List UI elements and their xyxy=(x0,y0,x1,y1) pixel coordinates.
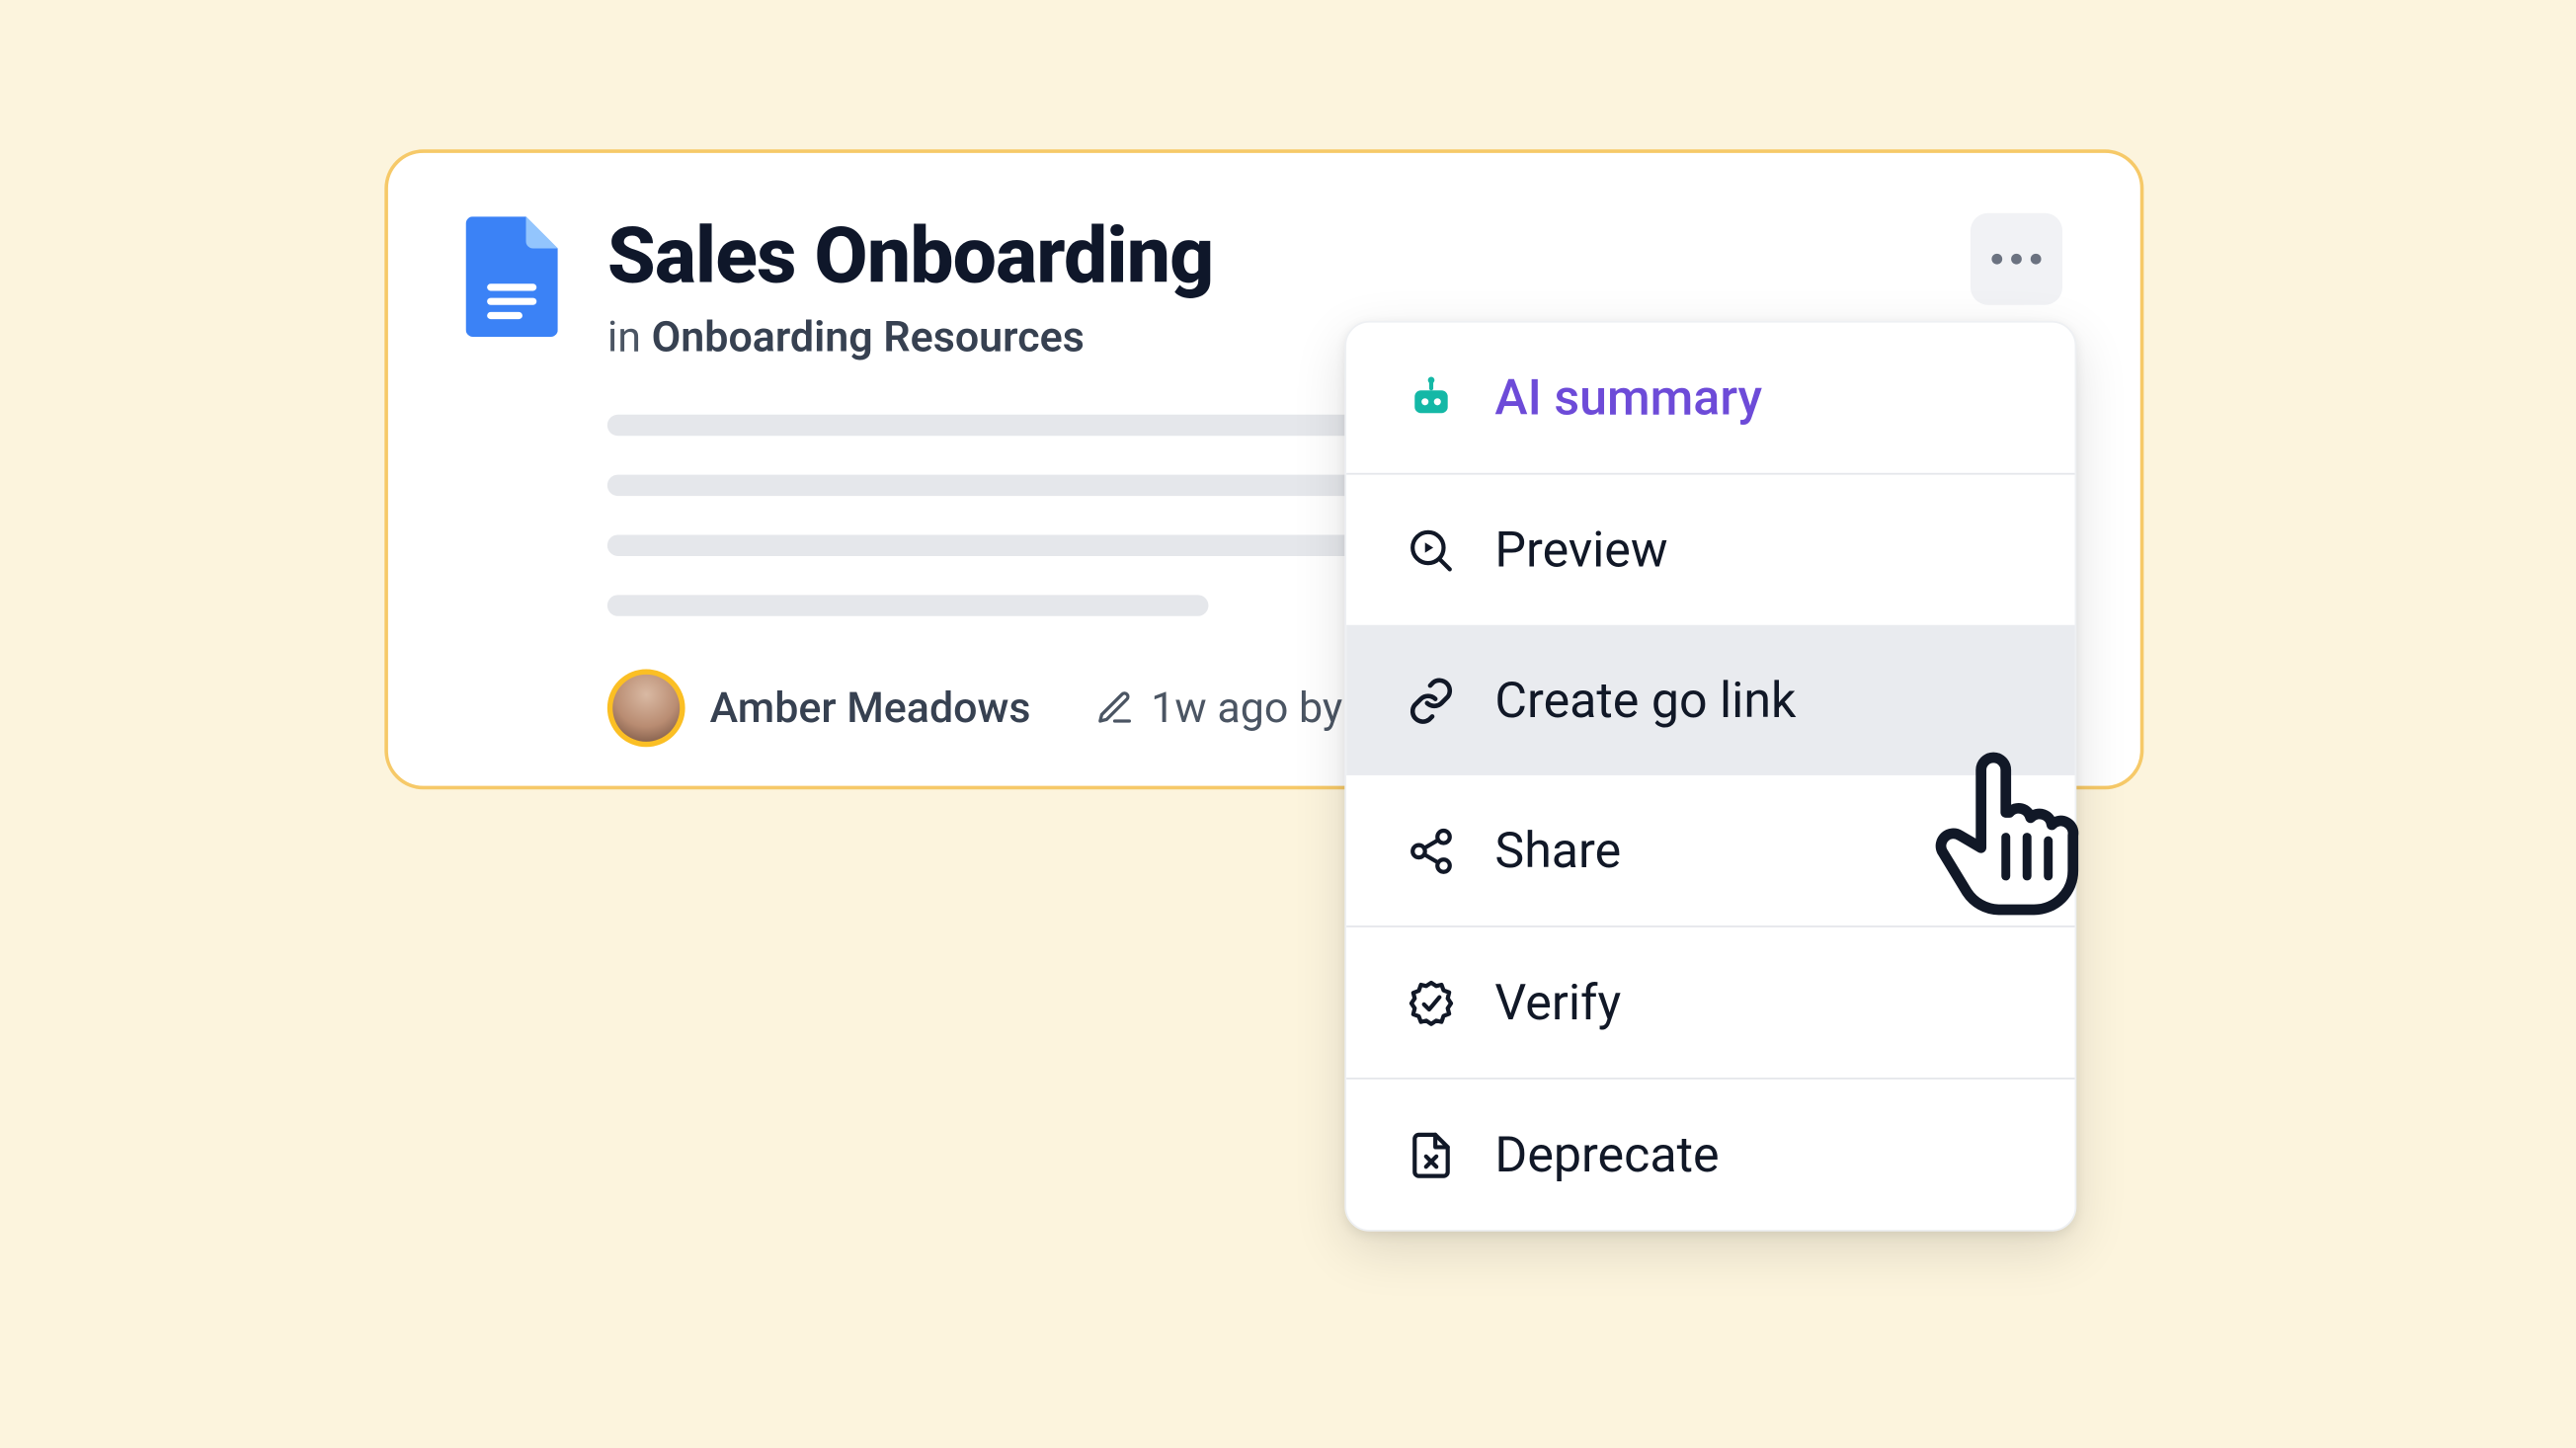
document-title: Sales Onboarding xyxy=(607,213,1921,299)
menu-item-share[interactable]: Share xyxy=(1346,775,2074,925)
menu-item-label: Preview xyxy=(1494,521,2014,579)
menu-item-ai-summary[interactable]: AI summary xyxy=(1346,323,2074,473)
more-actions-button[interactable] xyxy=(1971,213,2062,305)
robot-icon xyxy=(1407,373,1456,423)
menu-item-label: AI summary xyxy=(1494,368,2014,427)
author-name[interactable]: Amber Meadows xyxy=(710,684,1031,734)
menu-item-label: Deprecate xyxy=(1494,1125,2014,1183)
menu-item-deprecate[interactable]: Deprecate xyxy=(1346,1080,2074,1230)
menu-item-create-go-link[interactable]: Create go link xyxy=(1346,625,2074,775)
skeleton-line xyxy=(607,596,1209,616)
author-avatar[interactable] xyxy=(607,670,685,748)
menu-item-label: Verify xyxy=(1494,973,2014,1031)
magnify-play-icon xyxy=(1407,525,1456,575)
share-nodes-icon xyxy=(1407,826,1456,875)
link-icon xyxy=(1407,676,1456,725)
menu-item-label: Create go link xyxy=(1494,671,2014,729)
edited-text: 1w ago by xyxy=(1151,684,1342,734)
file-x-icon xyxy=(1407,1130,1456,1179)
menu-item-label: Share xyxy=(1494,821,2014,879)
location-prefix: in xyxy=(607,313,641,362)
menu-item-verify[interactable]: Verify xyxy=(1346,927,2074,1078)
more-horizontal-icon xyxy=(1991,254,2002,265)
actions-menu: AI summary Preview Create go link xyxy=(1344,321,2076,1232)
location-folder[interactable]: Onboarding Resources xyxy=(652,313,1085,362)
pencil-icon xyxy=(1094,689,1133,728)
menu-item-preview[interactable]: Preview xyxy=(1346,475,2074,625)
google-doc-icon xyxy=(466,216,558,337)
verified-badge-icon xyxy=(1407,978,1456,1027)
